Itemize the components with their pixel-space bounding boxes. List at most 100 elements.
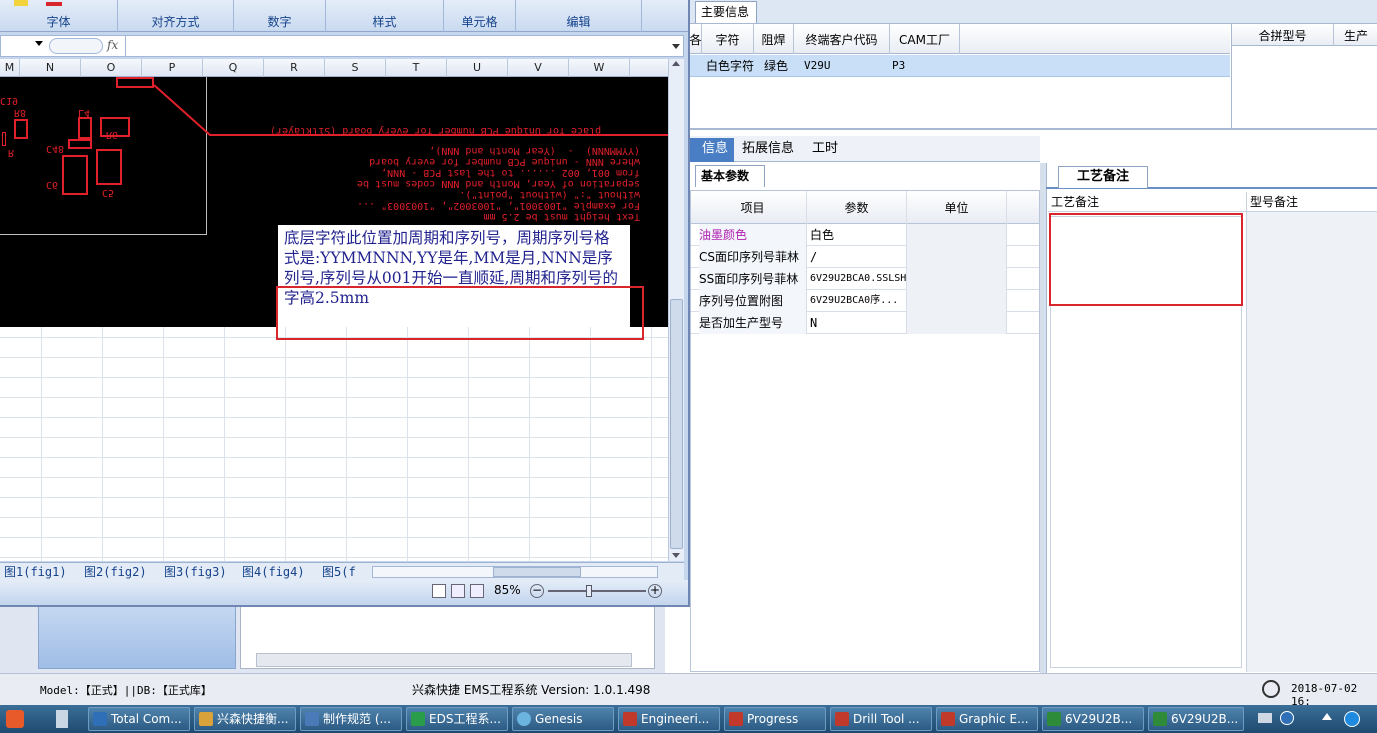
page-break-icon[interactable]	[470, 584, 484, 598]
top-tabstrip	[690, 0, 1377, 24]
tray-expand-icon[interactable]	[1322, 713, 1332, 720]
taskbar-item-label: 制作规范 (...	[323, 712, 391, 726]
taskbar-item[interactable]: Engineeri...	[618, 707, 720, 731]
status-bar: Model:【正式】||DB:【正式库】 兴森快捷 EMS工程系统 Versio…	[0, 673, 1377, 708]
model-notes-textarea[interactable]	[1246, 212, 1377, 672]
table-row[interactable]: 序列号位置附图 6V29U2BCA0序...	[691, 290, 1039, 312]
zoom-out-icon[interactable]: −	[530, 584, 544, 598]
taskbar-item[interactable]: 制作规范 (...	[300, 707, 402, 731]
scroll-up-icon[interactable]	[672, 61, 680, 66]
column-header[interactable]: O	[81, 59, 142, 77]
grid-col-header[interactable]: CAM工厂	[890, 24, 960, 54]
quicklaunch-icon[interactable]	[56, 710, 68, 728]
font-color-icon[interactable]	[46, 2, 62, 6]
splitter[interactable]	[690, 128, 1377, 130]
taskbar-item[interactable]: Progress	[724, 707, 826, 731]
taskbar-item[interactable]: 兴森快捷衡...	[194, 707, 296, 731]
col-header-unit[interactable]: 单位	[907, 191, 1007, 224]
ribbon-group-label: 数字	[267, 15, 292, 29]
lower-h-scrollbar[interactable]	[256, 653, 632, 667]
ribbon-group-label: 单元格	[461, 15, 498, 29]
zoom-in-icon[interactable]: +	[648, 584, 662, 598]
grid-col-header[interactable]: 合拼型号	[1232, 24, 1334, 46]
table-row[interactable]: CS面印序列号菲林 /	[691, 246, 1039, 268]
taskbar-item[interactable]: EDS工程系...	[406, 707, 508, 731]
ribbon-group-alignment[interactable]: 对齐方式	[118, 0, 234, 32]
panel-splitter[interactable]	[1040, 163, 1046, 673]
horizontal-scrollbar[interactable]	[372, 566, 658, 578]
taskbar-item[interactable]: Genesis	[512, 707, 614, 731]
sheet-tab-3[interactable]: 图3(fig3)	[164, 563, 227, 581]
tab-extended-info[interactable]: 拓展信息	[736, 138, 800, 162]
help-icon[interactable]	[1280, 711, 1294, 725]
zoom-level[interactable]: 85%	[494, 583, 521, 597]
taskbar-item[interactable]: Graphic E...	[936, 707, 1038, 731]
param-value[interactable]: /	[807, 246, 907, 268]
table-row[interactable]: 油墨颜色 白色	[691, 224, 1039, 246]
taskbar-item[interactable]: Drill Tool ...	[830, 707, 932, 731]
table-row[interactable]: 白色字符 绿色 V29U P3	[690, 55, 1230, 77]
ribbon-group-number[interactable]: 数字	[234, 0, 326, 32]
table-row[interactable]: SS面印序列号菲林 6V29U2BCA0.SSLSH	[691, 268, 1039, 290]
sheet-tab-2[interactable]: 图2(fig2)	[84, 563, 147, 581]
keyboard-icon[interactable]	[1258, 713, 1272, 723]
grid-col-header[interactable]: 字符	[702, 24, 754, 54]
tab-work-hours[interactable]: 工时	[806, 138, 844, 162]
lower-left-panel	[0, 605, 665, 673]
param-value[interactable]: 白色	[807, 224, 907, 246]
fx-icon[interactable]: fx	[107, 38, 118, 52]
grid-col-header[interactable]: 生产	[1334, 24, 1377, 46]
scroll-thumb[interactable]	[493, 567, 581, 577]
param-value[interactable]: 6V29U2BCA0序...	[807, 290, 907, 312]
taskbar-item[interactable]: 6V29U2B...	[1148, 707, 1244, 731]
column-header[interactable]: W	[569, 59, 630, 77]
zoom-slider-thumb[interactable]	[586, 585, 592, 597]
column-header[interactable]: Q	[203, 59, 264, 77]
column-header[interactable]: N	[20, 59, 81, 77]
col-header-param[interactable]: 参数	[807, 191, 907, 224]
ribbon-group-cells[interactable]: 单元格	[444, 0, 516, 32]
grid-col-header[interactable]: 阻焊	[754, 24, 794, 54]
formula-input[interactable]	[125, 36, 669, 56]
column-header[interactable]: V	[508, 59, 569, 77]
taskbar-item[interactable]: 6V29U2B...	[1042, 707, 1144, 731]
formula-expand-button[interactable]	[49, 38, 103, 54]
start-icon[interactable]	[6, 710, 24, 728]
column-header[interactable]: R	[264, 59, 325, 77]
param-value[interactable]: 6V29U2BCA0.SSLSH	[807, 268, 907, 290]
tab-basic-params[interactable]: 基本参数	[695, 165, 765, 187]
col-header-item[interactable]: 项目	[699, 191, 807, 224]
sheet-tab-1[interactable]: 图1(fig1)	[4, 563, 67, 581]
namebox-dropdown-icon[interactable]	[35, 41, 43, 46]
param-item: SS面印序列号菲林	[699, 268, 807, 290]
column-header[interactable]: P	[142, 59, 203, 77]
page-layout-icon[interactable]	[451, 584, 465, 598]
tab-main-info[interactable]: 主要信息	[695, 1, 757, 23]
column-header[interactable]: U	[447, 59, 508, 77]
normal-view-icon[interactable]	[432, 584, 446, 598]
tab-craft-notes[interactable]: 工艺备注	[1058, 166, 1148, 188]
column-header[interactable]: M	[0, 59, 20, 77]
network-icon[interactable]	[1344, 711, 1360, 727]
param-value[interactable]: N	[807, 312, 907, 334]
scroll-down-icon[interactable]	[672, 553, 680, 558]
pcb-label: R8	[14, 107, 27, 118]
grid-col-header[interactable]: 各	[690, 24, 702, 54]
highlight-color-icon[interactable]	[14, 0, 28, 6]
ribbon-group-font[interactable]: 字体	[0, 0, 118, 32]
ribbon-group-styles[interactable]: 样式	[326, 0, 444, 32]
sheet-tab-5[interactable]: 图5(f	[322, 563, 356, 581]
detail-tabstrip: 信息 拓展信息 工时	[680, 136, 1040, 162]
chevron-down-icon[interactable]	[669, 36, 683, 56]
table-row[interactable]: 是否加生产型号 N	[691, 312, 1039, 334]
taskbar-item[interactable]: Total Com...	[88, 707, 190, 731]
zoom-slider[interactable]	[548, 585, 646, 597]
scroll-thumb[interactable]	[670, 299, 683, 549]
cell-mask: 绿色	[764, 59, 789, 73]
ribbon-group-editing[interactable]: 编辑	[516, 0, 642, 32]
column-header[interactable]: S	[325, 59, 386, 77]
column-header[interactable]: T	[386, 59, 447, 77]
sheet-tab-4[interactable]: 图4(fig4)	[242, 563, 305, 581]
grid-col-header[interactable]: 终端客户代码	[794, 24, 890, 54]
vertical-scrollbar[interactable]	[668, 59, 684, 561]
